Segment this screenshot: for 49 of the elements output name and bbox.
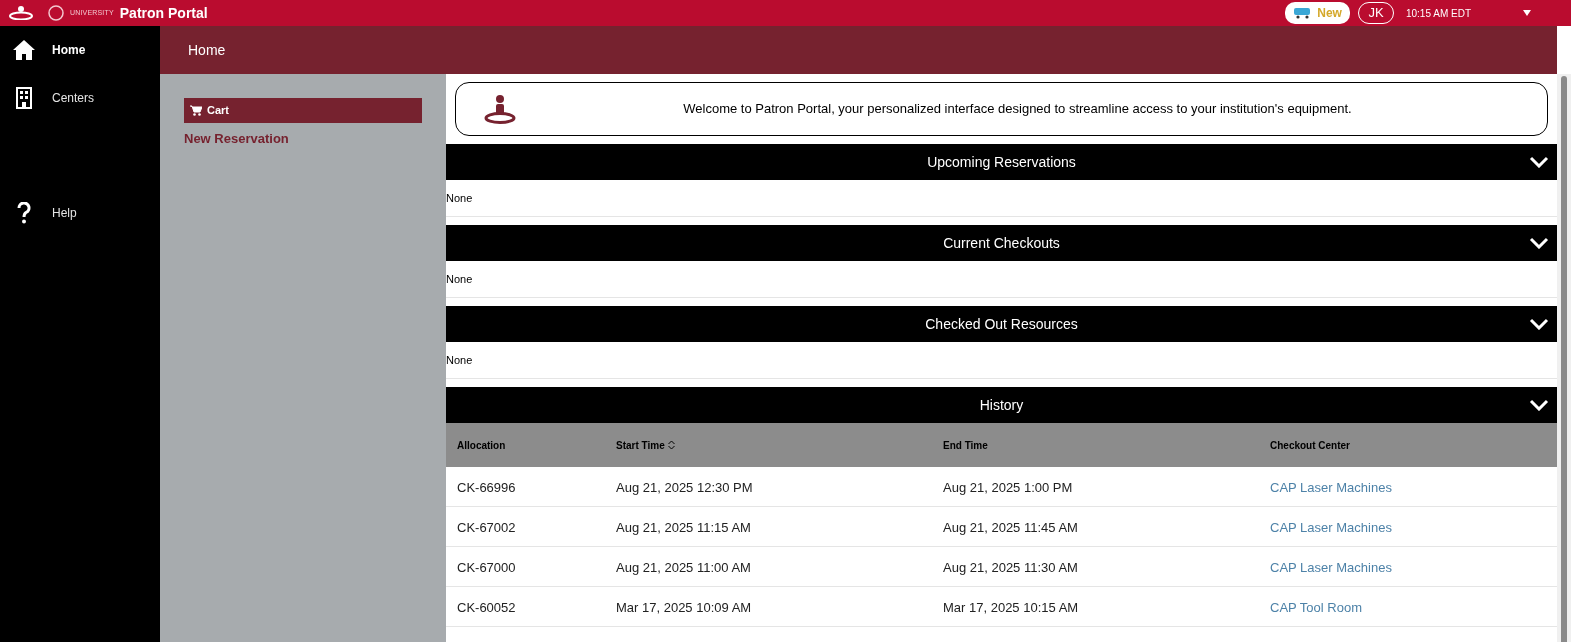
column-header[interactable]: Start Time xyxy=(616,437,665,453)
table-cell: CK-60052 xyxy=(457,599,516,615)
building-icon xyxy=(16,87,32,109)
section-header[interactable]: History xyxy=(446,387,1557,423)
section-header[interactable]: Checked Out Resources xyxy=(446,306,1557,342)
empty-text: None xyxy=(446,271,473,287)
caret-icon[interactable] xyxy=(1523,10,1531,16)
nav-item[interactable]: Home xyxy=(0,36,160,64)
new-reservation-link[interactable]: New Reservation xyxy=(184,129,422,149)
empty-text: None xyxy=(446,190,473,206)
table-cell: Aug 21, 2025 11:45 AM xyxy=(943,519,1078,535)
chevron-icon[interactable] xyxy=(1529,399,1549,411)
table-cell: Aug 21, 2025 1:00 PM xyxy=(943,479,1073,495)
nav-item[interactable]: Centers xyxy=(0,84,160,112)
table-cell: CK-67000 xyxy=(457,559,516,575)
column-header[interactable]: End Time xyxy=(943,437,988,453)
table-cell: Mar 17, 2025 10:15 AM xyxy=(943,599,1079,615)
table-cell: Aug 21, 2025 11:00 AM xyxy=(616,559,751,575)
location-person-icon xyxy=(484,94,516,124)
center-link[interactable]: CAP Tool Room xyxy=(1270,599,1362,615)
cart-button[interactable]: Cart xyxy=(184,98,422,123)
table-cell: Aug 21, 2025 11:30 AM xyxy=(943,559,1078,575)
table-cell: CK-67002 xyxy=(457,519,516,535)
app-title: Patron Portal xyxy=(119,3,208,23)
cart-icon xyxy=(190,105,202,116)
table-cell: Mar 17, 2025 10:09 AM xyxy=(616,599,752,615)
table-cell: Aug 21, 2025 11:15 AM xyxy=(616,519,751,535)
center-link[interactable]: CAP Laser Machines xyxy=(1270,479,1392,495)
clock-time: 10:15 AM EDT xyxy=(1405,6,1471,21)
chevron-icon[interactable] xyxy=(1529,237,1549,249)
empty-text: None xyxy=(446,352,473,368)
center-link[interactable]: CAP Laser Machines xyxy=(1270,559,1392,575)
section-header[interactable]: Upcoming Reservations xyxy=(446,144,1557,180)
nav-item[interactable]: Help xyxy=(0,199,160,227)
welcome-message: Welcome to Patron Portal, your personalized interface designed to streamline access to your institution's equipment. xyxy=(682,100,1353,119)
home-icon xyxy=(12,39,36,61)
table-cell: CK-66996 xyxy=(457,479,516,495)
table-cell: Aug 21, 2025 12:30 PM xyxy=(616,479,753,495)
column-header[interactable]: Allocation xyxy=(457,437,506,453)
page-title: Home xyxy=(188,40,226,60)
chevron-icon[interactable] xyxy=(1529,318,1549,330)
column-header[interactable]: Checkout Center xyxy=(1270,437,1350,453)
help-icon xyxy=(17,202,31,224)
location-person-icon xyxy=(8,6,34,20)
seal-icon xyxy=(48,5,64,21)
center-link[interactable]: CAP Laser Machines xyxy=(1270,519,1392,535)
section-header[interactable]: Current Checkouts xyxy=(446,225,1557,261)
chevron-icon[interactable] xyxy=(1529,156,1549,168)
sort-icon[interactable] xyxy=(667,440,675,450)
